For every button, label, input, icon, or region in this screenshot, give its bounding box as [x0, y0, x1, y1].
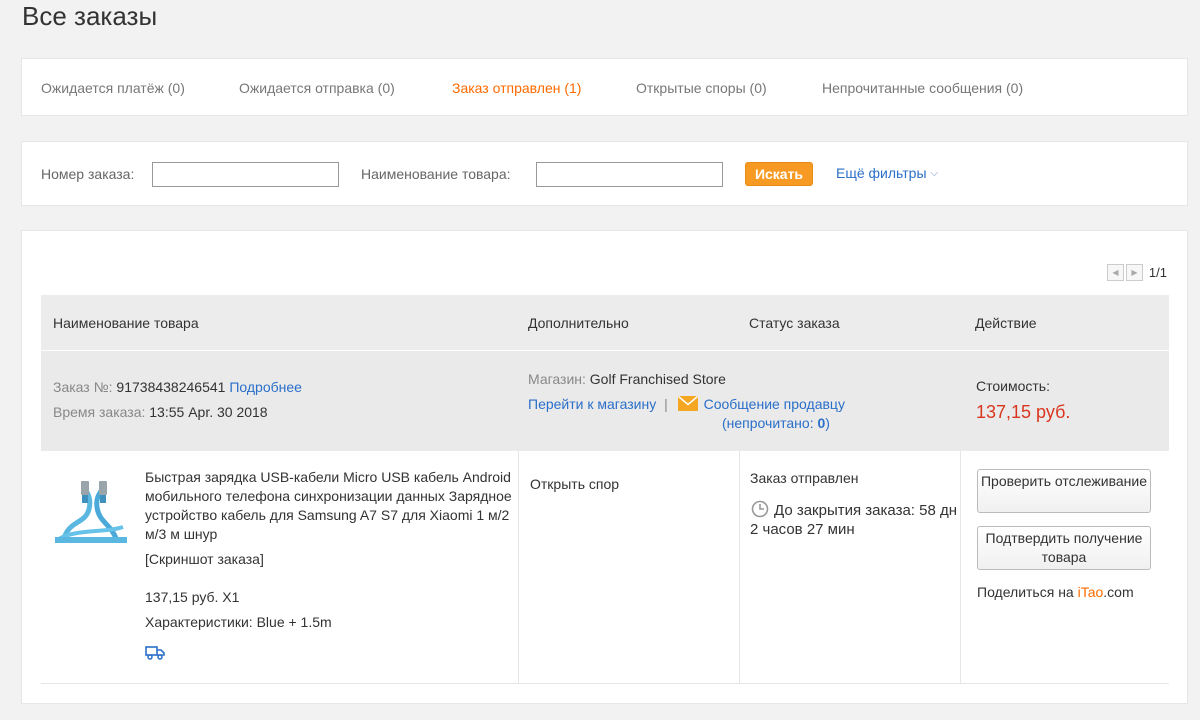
header-additional: Дополнительно — [528, 315, 629, 331]
pagination: ◀ ▶ 1/1 — [1106, 263, 1167, 281]
product-characteristics: Характеристики: Blue + 1.5m — [145, 614, 332, 630]
order-number-label: Номер заказа: — [41, 166, 135, 182]
tab-unread-messages[interactable]: Непрочитанные сообщения (0) — [822, 79, 1023, 97]
status-tabs: Ожидается платёж (0) Ожидается отправка … — [21, 58, 1188, 116]
order-time-line: Время заказа: 13:55 Apr. 30 2018 — [53, 403, 268, 422]
store-line: Магазин: Golf Franchised Store — [528, 370, 726, 389]
tab-order-shipped[interactable]: Заказ отправлен (1) — [452, 79, 581, 97]
order-summary: Заказ №: 91738438246541 Подробнее Время … — [41, 351, 1169, 451]
unread-prefix: (непрочитано: — [722, 415, 818, 431]
product-thumbnail[interactable] — [55, 479, 127, 543]
price-quantity: 137,15 руб. X1 — [145, 589, 240, 605]
more-filters-label: Ещё фильтры — [836, 165, 927, 181]
share-itao-link[interactable]: Поделиться на iTao.com — [977, 583, 1134, 602]
table-header: Наименование товара Дополнительно Статус… — [41, 295, 1169, 350]
unread-messages-link[interactable]: (непрочитано: 0) — [722, 414, 830, 433]
page-title: Все заказы — [22, 1, 158, 31]
product-name-input[interactable] — [536, 162, 723, 187]
check-tracking-button[interactable]: Проверить отслеживание — [977, 469, 1151, 513]
cost-label: Стоимость: — [976, 378, 1050, 394]
order-details-link[interactable]: Подробнее — [229, 379, 302, 395]
go-to-store-link[interactable]: Перейти к магазину — [528, 396, 656, 412]
order-time: 13:55 Apr. 30 2018 — [149, 404, 268, 420]
column-divider — [960, 451, 961, 684]
message-seller-link[interactable]: Сообщение продавцу — [704, 396, 845, 412]
header-product-name: Наименование товара — [53, 315, 199, 331]
tab-awaiting-shipment[interactable]: Ожидается отправка (0) — [239, 79, 395, 97]
order-cost: 137,15 руб. — [976, 402, 1071, 422]
column-divider — [739, 451, 740, 684]
column-divider — [518, 451, 519, 684]
open-dispute-link[interactable]: Открыть спор — [530, 475, 619, 494]
chevron-down-icon: ⌵ — [930, 168, 939, 179]
order-time-label: Время заказа: — [53, 404, 146, 420]
order-item-row: Быстрая зарядка USB-кабели Micro USB каб… — [41, 451, 1169, 684]
order-screenshot-link[interactable]: [Скриншот заказа] — [145, 550, 264, 569]
unread-suffix: ) — [825, 415, 830, 431]
product-name-label: Наименование товара: — [361, 166, 511, 182]
orders-list: ◀ ▶ 1/1 Наименование товара Дополнительн… — [21, 230, 1188, 704]
share-suffix: .com — [1103, 584, 1134, 600]
filter-bar: Номер заказа: Наименование товара: Искат… — [21, 141, 1188, 206]
confirm-receipt-button[interactable]: Подтвердить получение товара — [977, 526, 1151, 570]
itao-brand: iTao — [1077, 584, 1104, 600]
store-actions: Перейти к магазину | Сообщение продавцу — [528, 395, 845, 414]
next-page-button[interactable]: ▶ — [1125, 263, 1143, 281]
prev-page-button[interactable]: ◀ — [1106, 263, 1124, 281]
header-order-status: Статус заказа — [749, 315, 840, 331]
order-status: Заказ отправлен — [750, 470, 859, 486]
delivery-truck-icon — [145, 646, 165, 660]
tab-awaiting-payment[interactable]: Ожидается платёж (0) — [41, 79, 185, 97]
order-number-line: Заказ №: 91738438246541 Подробнее — [53, 378, 302, 397]
tab-open-disputes[interactable]: Открытые споры (0) — [636, 79, 767, 97]
order-number-input[interactable] — [152, 162, 339, 187]
share-prefix: Поделиться на — [977, 584, 1078, 600]
store-name: Golf Franchised Store — [589, 371, 726, 387]
search-button[interactable]: Искать — [745, 162, 813, 186]
store-label: Магазин: — [528, 371, 586, 387]
product-title[interactable]: Быстрая зарядка USB-кабели Micro USB каб… — [145, 468, 525, 544]
header-action: Действие — [975, 315, 1037, 331]
order-number-label: Заказ №: — [53, 379, 113, 395]
separator: | — [664, 396, 668, 412]
envelope-icon — [677, 396, 698, 411]
order-number: 91738438246541 — [116, 379, 226, 395]
order-countdown: До закрытия заказа: 58 дн 2 часов 27 мин — [750, 502, 958, 538]
page-indicator: 1/1 — [1148, 264, 1167, 280]
more-filters-link[interactable]: Ещё фильтры ⌵ — [836, 164, 938, 183]
